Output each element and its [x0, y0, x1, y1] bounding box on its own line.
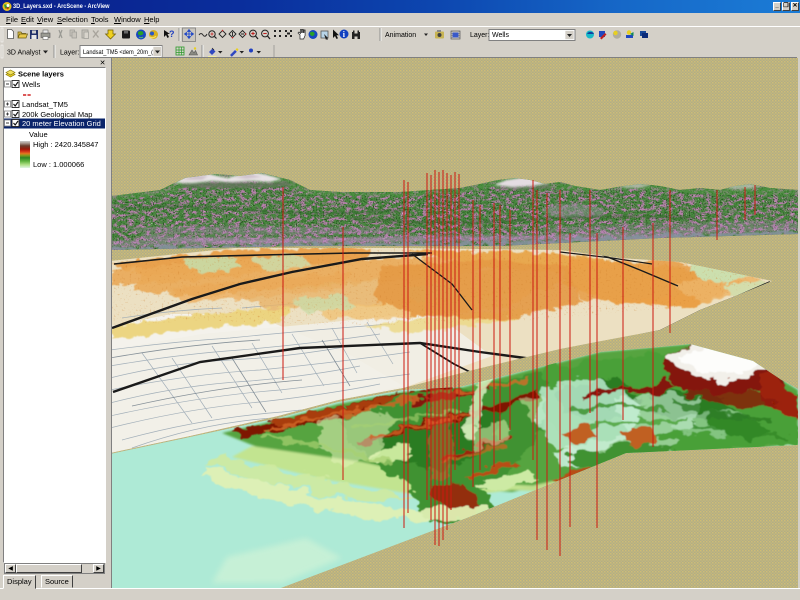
- svg-text:High : 2420.345847: High : 2420.345847: [33, 140, 98, 149]
- svg-text:20 meter Elevation Grid: 20 meter Elevation Grid: [22, 119, 101, 128]
- svg-text:Low : 1.000066: Low : 1.000066: [33, 160, 84, 169]
- svg-text:Scene layers: Scene layers: [18, 70, 64, 79]
- svg-text:Wells: Wells: [492, 32, 509, 39]
- svg-text:Value: Value: [29, 130, 48, 139]
- svg-text:3D Analyst: 3D Analyst: [7, 50, 41, 57]
- svg-text:Wells: Wells: [22, 80, 40, 89]
- svg-text:Landsat_TM5 <dem_20m_(: Landsat_TM5 <dem_20m_(: [83, 49, 154, 56]
- svg-text:Animation: Animation: [385, 32, 416, 39]
- svg-text:Layer:: Layer:: [470, 32, 490, 39]
- svg-text:200k Geological Map: 200k Geological Map: [22, 110, 92, 119]
- svg-text:?: ?: [169, 29, 175, 39]
- svg-text:Layer:: Layer:: [60, 50, 80, 57]
- svg-text:Landsat_TM5: Landsat_TM5: [22, 100, 68, 109]
